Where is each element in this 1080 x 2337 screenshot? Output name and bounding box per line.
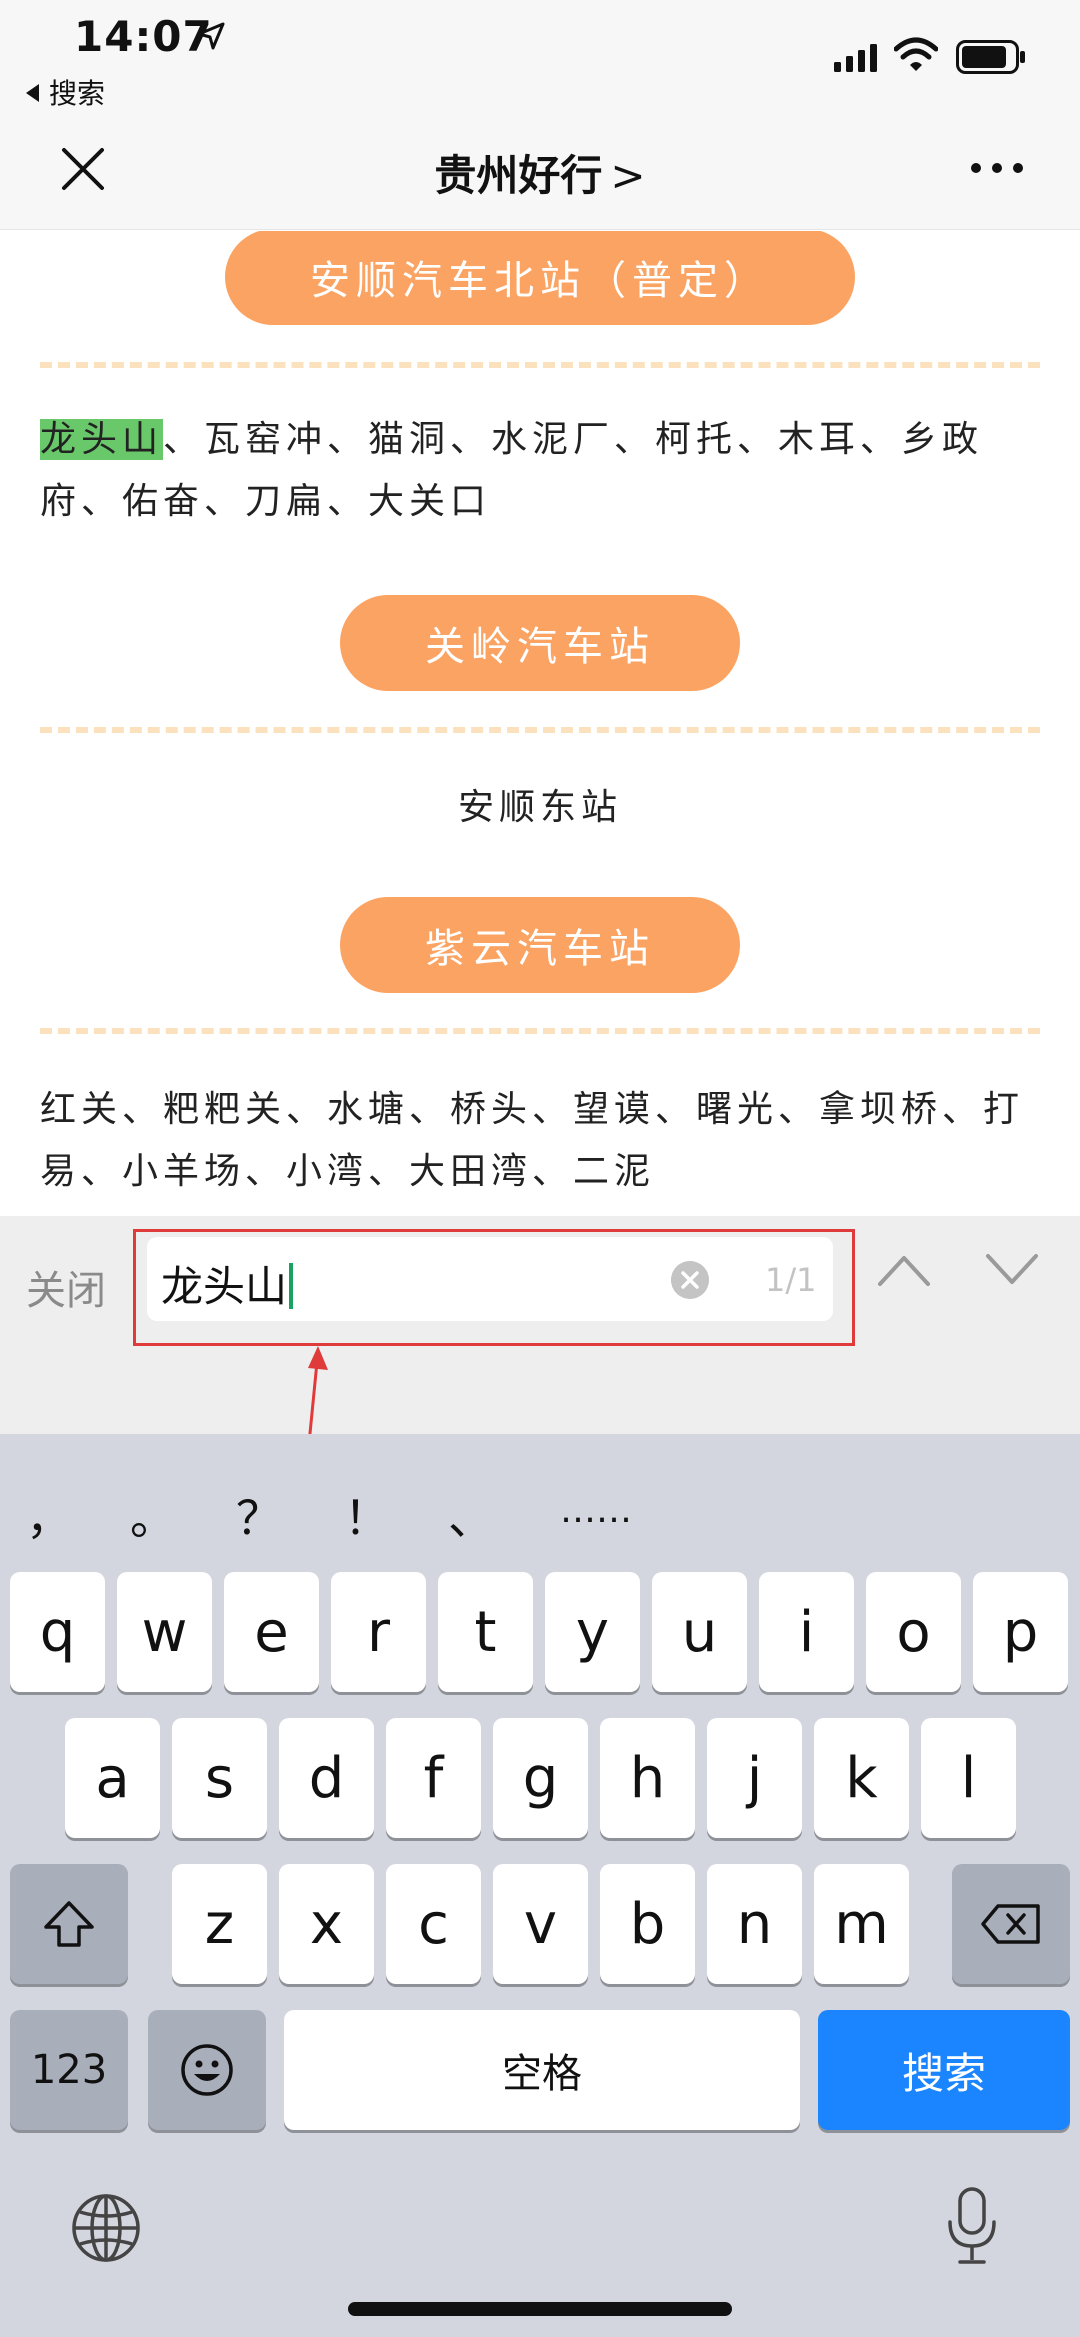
key-a[interactable]: a <box>65 1718 160 1838</box>
dashed-divider <box>40 1028 1040 1034</box>
key-d[interactable]: d <box>279 1718 374 1838</box>
numbers-key[interactable]: 123 <box>10 2010 128 2130</box>
status-time: 14:07 <box>74 12 213 61</box>
dashed-divider <box>40 362 1040 368</box>
emoji-key[interactable] <box>148 2010 266 2130</box>
dashed-divider <box>40 727 1040 733</box>
station-header: 安顺汽车北站（普定） <box>225 231 855 325</box>
station-name: 紫云汽车站 <box>425 926 655 972</box>
find-in-page-bar: 关闭 龙头山 1/1 <box>0 1216 1080 1465</box>
symbol-key[interactable]: 、 <box>448 1482 494 1548</box>
keyboard: ， 。 ？ ！ 、 …… q w e r t y u i o p a s d f… <box>0 1434 1080 2337</box>
back-triangle-icon <box>26 84 39 102</box>
stop-list-text: 安顺东站 <box>457 787 622 828</box>
microphone-icon[interactable] <box>946 2186 998 2266</box>
key-j[interactable]: j <box>707 1718 802 1838</box>
key-u[interactable]: u <box>652 1572 747 1692</box>
symbol-key[interactable]: ， <box>26 1482 72 1548</box>
stop-list: 红关、粑粑关、水塘、桥头、望谟、曙光、拿坝桥、打易、小羊场、小湾、大田湾、二泥 <box>40 1079 1040 1203</box>
search-match-highlight: 龙头山 <box>40 419 164 460</box>
key-h[interactable]: h <box>600 1718 695 1838</box>
back-to-app-link[interactable]: 搜索 <box>26 72 105 112</box>
key-c[interactable]: c <box>386 1864 481 1984</box>
key-m[interactable]: m <box>814 1864 909 1984</box>
backspace-key[interactable] <box>952 1864 1070 1984</box>
station-name: 关岭汽车站 <box>425 624 655 670</box>
page-content[interactable]: 安顺汽车北站（普定） 龙头山、瓦窑冲、猫洞、水泥厂、柯托、木耳、乡政府、佑奋、刀… <box>0 231 1080 1216</box>
back-app-label: 搜索 <box>49 77 106 110</box>
shift-icon <box>44 1901 94 1947</box>
key-f[interactable]: f <box>386 1718 481 1838</box>
key-r[interactable]: r <box>331 1572 426 1692</box>
key-i[interactable]: i <box>759 1572 854 1692</box>
key-y[interactable]: y <box>545 1572 640 1692</box>
station-header: 关岭汽车站 <box>340 595 740 691</box>
symbol-key[interactable]: 。 <box>130 1482 176 1548</box>
battery-icon <box>956 40 1025 74</box>
wifi-icon <box>894 37 938 71</box>
key-b[interactable]: b <box>600 1864 695 1984</box>
next-match-icon[interactable] <box>984 1250 1040 1290</box>
annotation-frame <box>133 1229 855 1346</box>
stop-list: 龙头山、瓦窑冲、猫洞、水泥厂、柯托、木耳、乡政府、佑奋、刀扁、大关口 <box>40 409 1040 533</box>
stop-list: 安顺东站 <box>40 777 1040 839</box>
previous-match-icon[interactable] <box>876 1250 932 1290</box>
find-close-button[interactable]: 关闭 <box>26 1258 106 1316</box>
key-w[interactable]: w <box>117 1572 212 1692</box>
space-key[interactable]: 空格 <box>284 2010 800 2130</box>
key-k[interactable]: k <box>814 1718 909 1838</box>
symbol-key[interactable]: …… <box>560 1490 632 1531</box>
page-title-text: 贵州好行 <box>434 151 603 200</box>
stop-list-text: 、瓦窑冲、猫洞、水泥厂、柯托、木耳、乡政府、佑奋、刀扁、大关口 <box>40 419 984 522</box>
globe-icon[interactable] <box>70 2192 142 2264</box>
key-z[interactable]: z <box>172 1864 267 1984</box>
key-n[interactable]: n <box>707 1864 802 1984</box>
symbol-key[interactable]: ？ <box>236 1482 282 1548</box>
symbol-key[interactable]: ！ <box>344 1482 390 1548</box>
key-v[interactable]: v <box>493 1864 588 1984</box>
home-indicator[interactable] <box>348 2302 732 2316</box>
key-t[interactable]: t <box>438 1572 533 1692</box>
cellular-signal-icon <box>834 44 877 72</box>
key-x[interactable]: x <box>279 1864 374 1984</box>
location-arrow-icon <box>197 22 225 50</box>
key-g[interactable]: g <box>493 1718 588 1838</box>
nav-bar: 贵州好行 > <box>0 108 1080 230</box>
key-o[interactable]: o <box>866 1572 961 1692</box>
stop-list-text: 红关、粑粑关、水塘、桥头、望谟、曙光、拿坝桥、打易、小羊场、小湾、大田湾、二泥 <box>40 1089 1025 1192</box>
key-s[interactable]: s <box>172 1718 267 1838</box>
station-name: 安顺汽车北站（普定） <box>310 258 770 304</box>
key-q[interactable]: q <box>10 1572 105 1692</box>
page-title[interactable]: 贵州好行 > <box>0 142 1080 203</box>
search-key[interactable]: 搜索 <box>818 2010 1070 2130</box>
title-chevron-icon: > <box>610 151 646 200</box>
key-e[interactable]: e <box>224 1572 319 1692</box>
status-bar: 14:07 搜索 <box>0 0 1080 110</box>
shift-key[interactable] <box>10 1864 128 1984</box>
station-header: 紫云汽车站 <box>340 897 740 993</box>
key-p[interactable]: p <box>973 1572 1068 1692</box>
key-l[interactable]: l <box>921 1718 1016 1838</box>
more-options-icon[interactable] <box>970 158 1024 178</box>
backspace-icon <box>981 1904 1040 1944</box>
emoji-icon <box>181 2044 233 2096</box>
